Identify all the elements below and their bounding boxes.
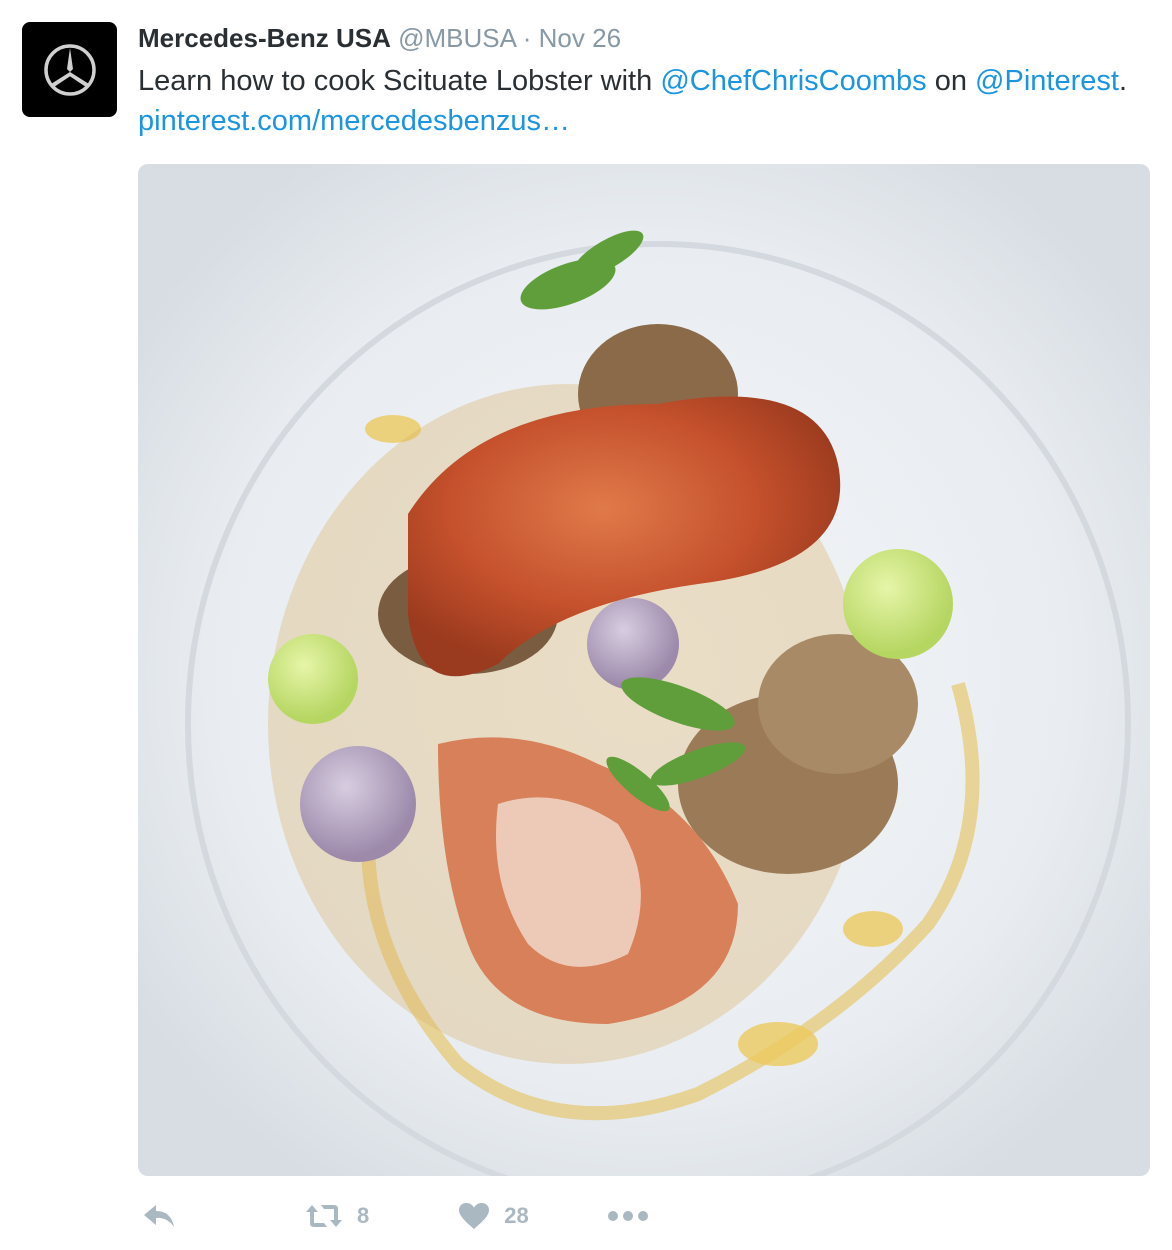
timestamp[interactable]: Nov 26 — [539, 23, 621, 53]
avatar[interactable] — [22, 22, 117, 117]
more-icon — [607, 1211, 648, 1221]
like-button[interactable]: 28 — [458, 1202, 529, 1230]
tweet-text-part1: Learn how to cook Scituate Lobster with — [138, 65, 661, 97]
tweet-link[interactable]: pinterest.com/mercedesbenzus… — [138, 105, 570, 137]
mention-chefchriscoombs[interactable]: @ChefChrisCoombs — [660, 65, 926, 97]
separator-dot: · — [522, 23, 532, 53]
mention-pinterest[interactable]: @Pinterest — [975, 65, 1119, 97]
heart-icon — [459, 1203, 490, 1229]
tweet-text-part2: on — [926, 65, 976, 97]
tweet-photo[interactable] — [138, 164, 1150, 1176]
retweet-button[interactable]: 8 — [305, 1203, 369, 1229]
more-button[interactable] — [607, 1210, 649, 1222]
mercedes-star-logo — [43, 43, 96, 96]
author-name[interactable]: Mercedes-Benz USA — [138, 23, 391, 53]
like-count: 28 — [504, 1203, 529, 1228]
tweet-actions: 8 28 — [138, 1196, 649, 1236]
tweet-text-part3: . — [1118, 65, 1127, 97]
tweet-header: Mercedes-Benz USA @MBUSA · Nov 26 — [138, 21, 621, 55]
retweet-count: 8 — [357, 1203, 370, 1228]
reply-icon — [144, 1205, 174, 1227]
reply-button[interactable] — [142, 1203, 176, 1229]
tweet-text: Learn how to cook Scituate Lobster with … — [138, 61, 1148, 141]
retweet-icon — [306, 1205, 342, 1227]
author-handle[interactable]: @MBUSA — [398, 23, 515, 53]
photo-lobster-dish — [138, 164, 1150, 1176]
